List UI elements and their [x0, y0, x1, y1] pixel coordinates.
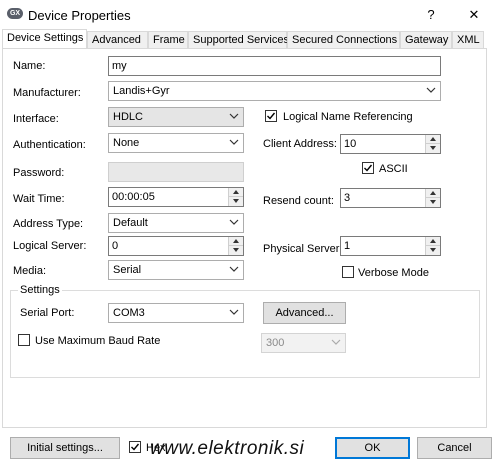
- logical-server-label: Logical Server:: [13, 240, 87, 252]
- tab-advanced[interactable]: Advanced: [87, 31, 148, 48]
- tab-gateway[interactable]: Gateway: [400, 31, 452, 48]
- physical-server-value: 1: [344, 240, 351, 252]
- media-select[interactable]: Serial: [108, 260, 244, 280]
- app-icon: GX: [7, 8, 23, 19]
- hex-checkbox[interactable]: [129, 441, 141, 453]
- name-label: Name:: [13, 60, 46, 72]
- physical-server-spin[interactable]: [425, 237, 440, 255]
- wait-time-value: 00:00:05: [112, 191, 155, 203]
- tab-device-settings[interactable]: Device Settings: [2, 29, 87, 49]
- chevron-down-icon: [331, 339, 341, 345]
- ascii-label: ASCII: [379, 163, 408, 175]
- address-type-select[interactable]: Default: [108, 213, 244, 233]
- logical-server-value: 0: [112, 240, 119, 252]
- address-type-value: Default: [113, 217, 148, 229]
- spin-down-icon[interactable]: [426, 144, 440, 153]
- spin-up-icon[interactable]: [229, 188, 243, 197]
- serial-port-label: Serial Port:: [20, 307, 75, 319]
- wait-time-label: Wait Time:: [13, 193, 65, 205]
- verbose-mode-checkbox[interactable]: [342, 266, 354, 278]
- client-address-label: Client Address:: [263, 138, 337, 150]
- interface-value: HDLC: [113, 111, 143, 123]
- serial-port-value: COM3: [113, 307, 145, 319]
- spin-down-icon[interactable]: [229, 197, 243, 206]
- wait-time-stepper[interactable]: 00:00:05: [108, 187, 244, 207]
- password-label: Password:: [13, 167, 65, 179]
- media-value: Serial: [113, 264, 142, 276]
- window-title: Device Properties: [28, 8, 131, 23]
- tab-secured-connections[interactable]: Secured Connections: [287, 31, 400, 48]
- chevron-down-icon: [426, 87, 436, 93]
- logical-server-spin[interactable]: [228, 237, 243, 255]
- logical-name-ref-checkbox[interactable]: [265, 110, 277, 122]
- verbose-mode-label: Verbose Mode: [358, 267, 429, 279]
- tab-frame[interactable]: Frame: [148, 31, 188, 48]
- manufacturer-value: Landis+Gyr: [113, 85, 170, 97]
- help-button[interactable]: ?: [420, 5, 442, 25]
- settings-group-label: Settings: [18, 284, 62, 296]
- manufacturer-label: Manufacturer:: [13, 87, 81, 99]
- serial-port-select[interactable]: COM3: [108, 303, 244, 323]
- spin-up-icon[interactable]: [229, 237, 243, 246]
- chevron-down-icon: [229, 266, 239, 272]
- initial-settings-button[interactable]: Initial settings...: [10, 437, 120, 459]
- physical-server-label: Physical Server:: [263, 243, 343, 255]
- media-label: Media:: [13, 265, 47, 277]
- client-address-stepper[interactable]: 10: [340, 134, 441, 154]
- check-icon: [267, 112, 276, 120]
- check-icon: [364, 164, 373, 172]
- spin-down-icon[interactable]: [426, 198, 440, 207]
- logical-server-stepper[interactable]: 0: [108, 236, 244, 256]
- spin-up-icon[interactable]: [426, 189, 440, 198]
- address-type-label: Address Type:: [13, 218, 84, 230]
- wait-time-spin[interactable]: [228, 188, 243, 206]
- ok-button[interactable]: OK: [335, 437, 410, 459]
- password-field[interactable]: [108, 162, 244, 182]
- logical-name-ref-label: Logical Name Referencing: [283, 111, 413, 123]
- chevron-down-icon: [229, 309, 239, 315]
- tab-supported-services[interactable]: Supported Services: [188, 31, 289, 48]
- client-address-value: 10: [344, 138, 357, 150]
- authentication-select[interactable]: None: [108, 133, 244, 153]
- cancel-button[interactable]: Cancel: [417, 437, 492, 459]
- spin-down-icon[interactable]: [229, 246, 243, 255]
- tab-xml[interactable]: XML: [452, 31, 484, 48]
- settings-group: [10, 290, 480, 378]
- spin-up-icon[interactable]: [426, 237, 440, 246]
- authentication-value: None: [113, 137, 140, 149]
- interface-select[interactable]: HDLC: [108, 107, 244, 127]
- settings-advanced-button[interactable]: Advanced...: [263, 302, 346, 324]
- chevron-down-icon: [229, 219, 239, 225]
- ascii-checkbox[interactable]: [362, 162, 374, 174]
- manufacturer-select[interactable]: Landis+Gyr: [108, 81, 441, 101]
- watermark-text: www.elektronik.si: [150, 438, 305, 459]
- interface-label: Interface:: [13, 113, 59, 125]
- close-button[interactable]: ✕: [463, 5, 485, 25]
- max-baud-label: Use Maximum Baud Rate: [35, 335, 161, 347]
- check-icon: [131, 443, 140, 451]
- resend-count-stepper[interactable]: 3: [340, 188, 441, 208]
- chevron-down-icon: [229, 113, 239, 119]
- client-address-spin[interactable]: [425, 135, 440, 153]
- max-baud-checkbox[interactable]: [18, 334, 30, 346]
- resend-count-label: Resend count:: [263, 195, 334, 207]
- name-field[interactable]: my: [108, 56, 441, 76]
- authentication-label: Authentication:: [13, 139, 86, 151]
- spin-up-icon[interactable]: [426, 135, 440, 144]
- physical-server-stepper[interactable]: 1: [340, 236, 441, 256]
- spin-down-icon[interactable]: [426, 246, 440, 255]
- baud-rate-value: 300: [266, 337, 285, 349]
- chevron-down-icon: [229, 139, 239, 145]
- resend-count-spin[interactable]: [425, 189, 440, 207]
- resend-count-value: 3: [344, 192, 351, 204]
- baud-rate-select[interactable]: 300: [261, 333, 346, 353]
- title-bar: GX Device Properties ? ✕: [0, 0, 500, 30]
